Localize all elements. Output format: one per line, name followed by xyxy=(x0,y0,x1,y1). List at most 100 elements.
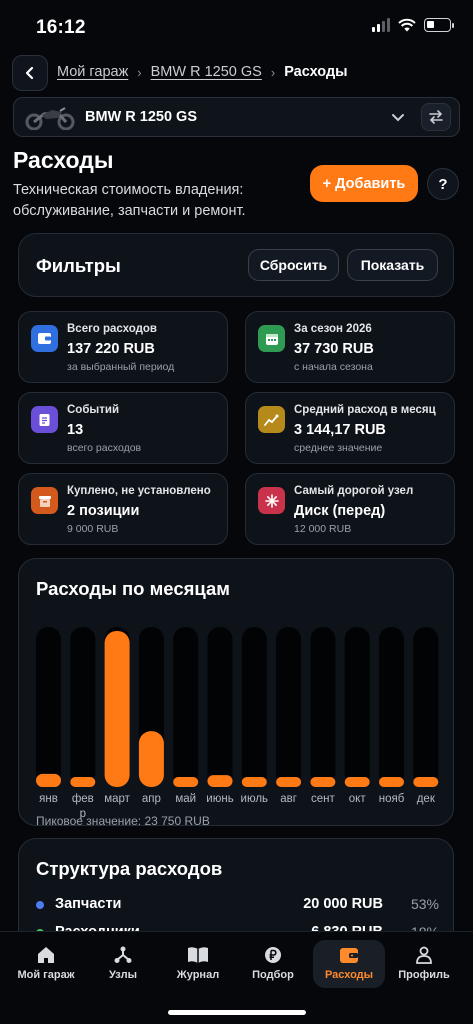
stat-card-season: За сезон 2026 37 730 RUB с начала сезона xyxy=(245,311,455,383)
chevron-left-icon xyxy=(25,66,34,80)
bar-track-1 xyxy=(70,627,96,787)
stat-value: 37 730 RUB xyxy=(294,341,374,357)
stat-value: 2 позиции xyxy=(67,503,140,519)
status-time: 16:12 xyxy=(36,17,86,38)
bar-track-7 xyxy=(276,627,302,787)
x-tick-label-1: фев xyxy=(72,793,94,805)
stat-card-events: Событий 13 всего расходов xyxy=(18,392,228,464)
book-icon xyxy=(188,947,208,963)
breadcrumb-garage-link[interactable]: Мой гараж xyxy=(57,64,128,80)
stat-caption: 9 000 RUB xyxy=(67,523,119,535)
calendar-icon xyxy=(258,325,285,352)
tab-nodes[interactable]: Узлы xyxy=(87,940,159,988)
bar-9[interactable] xyxy=(344,777,370,787)
stat-caption: всего расходов xyxy=(67,442,142,454)
stat-label: Средний расход в месяц xyxy=(294,404,436,416)
help-button[interactable]: ? xyxy=(427,168,459,200)
category-percent: 53% xyxy=(410,896,439,912)
bar-track-6 xyxy=(241,627,267,787)
bar-10[interactable] xyxy=(379,777,404,787)
bar-chart: янв феврмарт апр май июнь июль авг сент окт нояб д… xyxy=(36,627,439,820)
cellular-signal-icon xyxy=(372,18,390,32)
home-indicator xyxy=(168,1010,306,1015)
x-tick-label-5: июнь xyxy=(206,793,233,805)
vehicle-name: BMW R 1250 GS xyxy=(85,109,197,125)
bar-1[interactable] xyxy=(70,777,96,787)
stat-label: Событий xyxy=(67,404,120,416)
stat-card-not-installed: Куплено, не установлено 2 позиции 9 000 … xyxy=(18,473,228,545)
x-tick-label-6: июль xyxy=(241,793,269,805)
stat-value: Диск (перед) xyxy=(294,503,386,519)
vehicle-select[interactable]: BMW R 1250 GS xyxy=(13,97,460,137)
bar-3[interactable] xyxy=(138,731,164,787)
tab-garage[interactable]: Мой гараж xyxy=(10,940,82,988)
page-subtitle: Техническая стоимость владения: обслужив… xyxy=(13,182,246,219)
page-title: Расходы xyxy=(13,147,114,173)
add-expense-button[interactable]: + Добавить xyxy=(310,165,418,202)
receipt-icon xyxy=(31,406,58,433)
home-icon xyxy=(38,947,54,963)
tab-journal[interactable]: Журнал xyxy=(162,940,234,988)
stat-card-total: Всего расходов 137 220 RUB за выбранный … xyxy=(18,311,228,383)
stat-label: За сезон 2026 xyxy=(294,323,372,335)
bar-track-4 xyxy=(173,627,199,787)
stat-label: Всего расходов xyxy=(67,323,157,335)
reset-filters-button[interactable]: Сбросить xyxy=(248,249,339,281)
breadcrumb-separator-icon: › xyxy=(270,64,276,80)
tab-selection[interactable]: Подбор xyxy=(237,940,309,988)
tab-label: Подбор xyxy=(252,969,294,981)
breadcrumb-vehicle-link[interactable]: BMW R 1250 GS xyxy=(151,64,262,80)
tab-label: Мой гараж xyxy=(17,969,75,981)
box-icon xyxy=(31,487,58,514)
category-dot xyxy=(36,901,44,909)
tab-label: Профиль xyxy=(398,969,450,981)
chart-icon xyxy=(258,406,285,433)
tab-label: Журнал xyxy=(176,969,220,981)
motorcycle-thumbnail xyxy=(25,107,75,130)
bar-track-0 xyxy=(36,627,61,787)
x-tick-label-0: янв xyxy=(39,793,58,805)
x-tick-label-9: окт xyxy=(349,793,367,805)
bar-track-9 xyxy=(344,627,370,787)
x-tick-label-10: нояб xyxy=(379,793,405,805)
stat-card-most-expensive: Самый дорогой узел Диск (перед) 12 000 R… xyxy=(245,473,455,545)
x-tick-label-4: май xyxy=(175,793,196,805)
stat-caption: за выбранный период xyxy=(67,361,175,373)
bar-0[interactable] xyxy=(36,773,61,787)
back-button[interactable] xyxy=(12,55,48,91)
x-tick-label-7: авг xyxy=(280,793,297,805)
user-icon xyxy=(416,946,432,964)
bar-7[interactable] xyxy=(276,777,302,787)
x-tick-label-3: апр xyxy=(142,793,161,805)
x-tick-label-11: дек xyxy=(417,793,436,805)
status-bar: 16:12 xyxy=(0,0,473,52)
breadcrumb-separator-icon: › xyxy=(137,64,142,80)
tab-label: Расходы xyxy=(324,969,374,981)
tab-expenses[interactable]: Расходы xyxy=(313,940,385,988)
swap-vehicle-button[interactable] xyxy=(421,103,451,131)
category-amount: 20 000 RUB xyxy=(303,896,383,912)
bar-11[interactable] xyxy=(413,777,439,787)
wifi-icon xyxy=(398,18,416,32)
peak-value-text: Пиковое значение: 23 750 RUB xyxy=(36,814,210,828)
stat-caption: 12 000 RUB xyxy=(294,523,352,535)
tab-profile[interactable]: Профиль xyxy=(388,940,460,988)
bar-4[interactable] xyxy=(173,777,199,787)
bar-6[interactable] xyxy=(241,777,267,787)
swap-icon xyxy=(429,110,443,124)
nodes-icon xyxy=(114,946,132,963)
bar-track-8 xyxy=(310,627,336,787)
structure-row[interactable]: Запчасти 20 000 RUB 53% xyxy=(33,895,441,915)
show-filters-button[interactable]: Показать xyxy=(347,249,438,281)
gear-icon xyxy=(258,487,285,514)
bar-8[interactable] xyxy=(310,777,336,787)
wallet-icon xyxy=(31,325,58,352)
bar-2[interactable] xyxy=(104,631,130,787)
chevron-down-icon xyxy=(392,114,404,122)
stat-label: Куплено, не установлено xyxy=(67,485,211,497)
bar-5[interactable] xyxy=(207,775,233,787)
monthly-expenses-chart: Расходы по месяцам янв фев р март апр май июнь… xyxy=(18,558,454,828)
bar-track-10 xyxy=(379,627,404,787)
tab-label: Узлы xyxy=(109,969,137,981)
stat-value: 137 220 RUB xyxy=(67,341,155,357)
